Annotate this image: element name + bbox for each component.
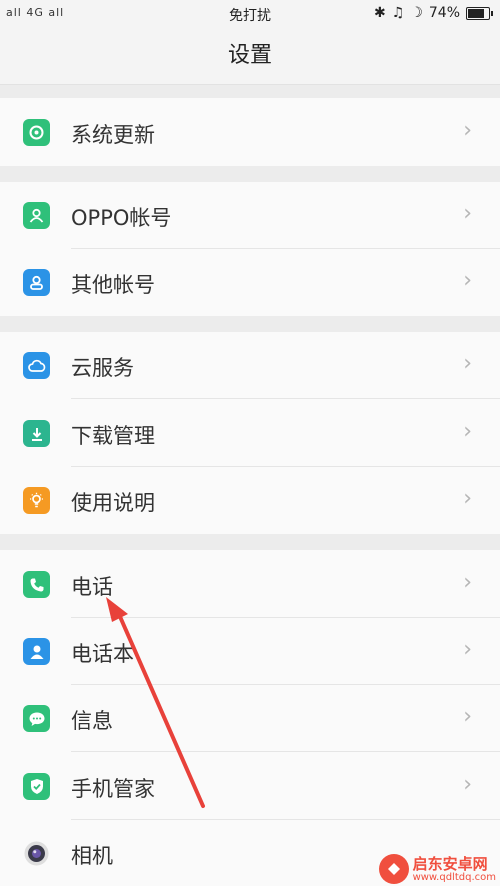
chevron-right-icon: › <box>463 637 472 662</box>
chevron-right-icon: › <box>463 268 472 293</box>
camera-icon <box>23 840 50 867</box>
page-title: 设置 <box>0 28 500 85</box>
row-label: 使用说明 <box>71 491 155 515</box>
bluetooth-icon: ✱ <box>374 5 386 21</box>
oppo-account-icon <box>23 202 50 229</box>
chevron-right-icon: › <box>463 118 472 143</box>
chevron-right-icon: › <box>463 570 472 595</box>
row-label: OPPO帐号 <box>71 206 172 230</box>
chevron-right-icon: › <box>463 419 472 444</box>
row-label: 信息 <box>71 709 113 733</box>
watermark: 启东安卓网 www.qdltdq.com <box>378 854 496 884</box>
settings-row-other-accounts[interactable]: 其他帐号 › <box>0 249 500 316</box>
user-guide-icon <box>23 487 50 514</box>
settings-row-download-manager[interactable]: 下载管理 › <box>0 399 500 467</box>
row-label: 下载管理 <box>71 424 155 448</box>
row-label: 云服务 <box>71 356 134 380</box>
group-separator <box>0 166 500 182</box>
download-manager-icon <box>23 420 50 447</box>
battery-percent: 74% <box>428 5 460 21</box>
other-accounts-icon <box>23 269 50 296</box>
settings-row-contacts[interactable]: 电话本 › <box>0 618 500 685</box>
settings-row-cloud-service[interactable]: 云服务 › <box>0 332 500 399</box>
messages-icon <box>23 705 50 732</box>
silent-icon: ♫ <box>391 5 405 21</box>
system-update-icon <box>23 119 50 146</box>
settings-row-messages[interactable]: 信息 › <box>0 685 500 752</box>
phone-icon <box>23 571 50 598</box>
group-separator <box>0 534 500 550</box>
chevron-right-icon: › <box>463 772 472 797</box>
status-bar: all 4G all 免打扰 ✱ ♫ ☽ 74% <box>0 0 500 28</box>
row-label: 其他帐号 <box>71 273 155 297</box>
settings-row-user-guide[interactable]: 使用说明 › <box>0 467 500 534</box>
chevron-right-icon: › <box>463 201 472 226</box>
row-label: 电话本 <box>71 642 134 666</box>
watermark-name: 启东安卓网 <box>412 854 488 873</box>
settings-row-system-update[interactable]: 系统更新 › <box>0 98 500 166</box>
contacts-icon <box>23 638 50 665</box>
chevron-right-icon: › <box>463 486 472 511</box>
cloud-service-icon <box>23 352 50 379</box>
watermark-logo-icon <box>378 854 409 884</box>
settings-row-phone[interactable]: 电话 › <box>0 550 500 618</box>
row-label: 手机管家 <box>71 777 155 801</box>
watermark-url: www.qdltdq.com <box>412 871 496 883</box>
group-separator <box>0 85 500 98</box>
row-label: 电话 <box>71 575 113 599</box>
night-mode-icon: ☽ <box>410 5 423 21</box>
battery-level <box>468 8 485 18</box>
row-label: 相机 <box>71 844 113 868</box>
chevron-right-icon: › <box>463 351 472 376</box>
phone-manager-icon <box>23 773 50 800</box>
row-label: 系统更新 <box>71 123 155 147</box>
battery-icon <box>466 6 493 20</box>
settings-row-phone-manager[interactable]: 手机管家 › <box>0 752 500 820</box>
chevron-right-icon: › <box>463 704 472 729</box>
group-separator <box>0 316 500 332</box>
settings-row-oppo-account[interactable]: OPPO帐号 › <box>0 182 500 249</box>
